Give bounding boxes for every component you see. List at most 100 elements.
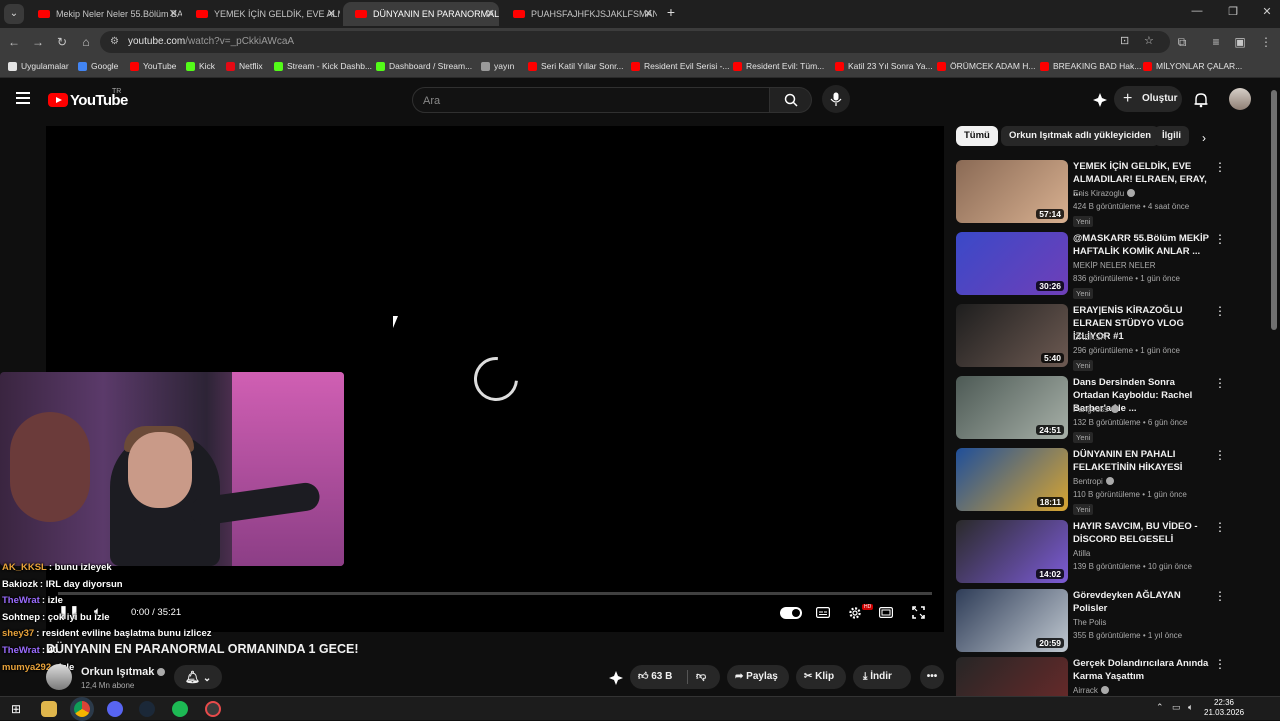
bookmark-item[interactable]: Seri Katil Yıllar Sonr... (528, 61, 624, 71)
related-channel-name[interactable]: DREKSA (1073, 333, 1106, 342)
video-thumbnail[interactable]: 18:11 (956, 448, 1068, 511)
related-video-item[interactable]: 20:59 Görevdeyken AĞLAYAN Polisler The Pol… (956, 589, 1226, 653)
browser-tab[interactable]: Mekip Neler Neler 55.Bölüm BA ✕ (26, 2, 182, 26)
filter-chip[interactable]: Orkun Işıtmak adlı yükleyiciden (1001, 126, 1160, 146)
related-video-item[interactable]: 24:51 Dans Dersinden Sonra Ortadan Kaybol… (956, 376, 1226, 443)
tab-close-icon[interactable]: ✕ (327, 2, 336, 26)
video-thumbnail[interactable]: 30:26 (956, 232, 1068, 295)
theater-mode-icon[interactable] (879, 607, 893, 618)
related-video-item[interactable]: 57:14 YEMEK İÇİN GELDİK, EVE ALMADILAR! E… (956, 160, 1226, 227)
related-video-item[interactable]: 18:11 DÜNYANIN EN PAHALI FELAKETİNİN HİKA… (956, 448, 1226, 515)
browser-tab[interactable]: PUAHSFAJHFKJSJAKLFSMANZN✕ (501, 2, 657, 26)
related-channel-name[interactable]: Bentropi (1073, 477, 1103, 486)
related-channel-name[interactable]: Enis Kirazoglu (1073, 189, 1124, 198)
fullscreen-icon[interactable] (912, 606, 925, 619)
back-icon[interactable]: ← (6, 34, 22, 50)
tab-search-button[interactable]: ⌄ (4, 4, 24, 24)
related-channel[interactable]: MEKİP NELER NELER (1073, 261, 1156, 270)
more-options-icon[interactable]: ⋮ (1214, 376, 1226, 390)
bookmark-item[interactable]: Dashboard / Stream... (376, 61, 472, 71)
related-channel[interactable]: Airrack (1073, 686, 1109, 695)
related-video-title[interactable]: @MASKARR 55.Bölüm MEKİP HAFTALİK KOMİK A… (1073, 232, 1211, 258)
create-button[interactable]: + Oluştur (1114, 86, 1182, 112)
recorder-icon[interactable] (205, 701, 221, 717)
related-channel[interactable]: The Polis (1073, 618, 1106, 627)
download-button[interactable]: ⤓ İndir (853, 665, 911, 689)
filter-chip[interactable]: Tümü (956, 126, 998, 146)
bookmark-item[interactable]: MİLYONLAR ÇALAR... (1143, 61, 1242, 71)
related-video-title[interactable]: HAYIR SAVCIM, BU VİDEO - DİSCORD BELGESE… (1073, 520, 1211, 546)
profile-icon[interactable]: ▣ (1232, 34, 1248, 50)
chevron-right-icon[interactable]: › (1202, 131, 1206, 145)
restore-icon[interactable]: ❐ (1224, 5, 1242, 18)
notifications-bell-icon[interactable] (1193, 92, 1209, 108)
related-video-item[interactable]: 5:40 ERAY|ENİS KİRAZOĞLU ELRAEN STÜDYO VL… (956, 304, 1226, 371)
address-bar[interactable]: ⚙ youtube.com/watch?v=_pCkkiAWcaA ⊡ ☆ (100, 31, 1170, 53)
search-box[interactable] (412, 87, 770, 113)
related-channel[interactable]: Bentropi (1073, 477, 1114, 486)
search-button[interactable] (770, 87, 812, 113)
more-options-icon[interactable]: ⋮ (1214, 232, 1226, 246)
related-video-title[interactable]: Gerçek Dolandırıcılara Anında Karma Yaşa… (1073, 657, 1211, 683)
clip-button[interactable]: ✂ Klip (796, 665, 846, 689)
more-options-icon[interactable]: ⋮ (1214, 304, 1226, 318)
browser-menu-icon[interactable]: ⋮ (1258, 34, 1274, 50)
related-channel[interactable]: Atilla (1073, 549, 1090, 558)
gemini-sparkle-icon[interactable] (1092, 92, 1108, 108)
more-options-icon[interactable]: ⋮ (1214, 657, 1226, 671)
channel-avatar[interactable] (46, 664, 72, 690)
bookmark-item[interactable]: Netflix (226, 61, 263, 71)
related-channel[interactable]: Enis Kirazoglu (1073, 189, 1136, 198)
video-thumbnail[interactable]: 14:02 (956, 520, 1068, 583)
share-button[interactable]: ➦ Paylaş (727, 665, 789, 689)
video-thumbnail[interactable]: 24:51 (956, 376, 1068, 439)
bookmark-item[interactable]: Kick (186, 61, 215, 71)
bookmark-star-icon[interactable]: ☆ (1144, 34, 1154, 47)
search-input[interactable] (423, 93, 753, 109)
reload-icon[interactable]: ↻ (54, 34, 70, 50)
chrome-icon[interactable] (74, 701, 90, 717)
home-icon[interactable]: ⌂ (78, 34, 94, 50)
bookmark-item[interactable]: Google (78, 61, 118, 71)
more-actions-button[interactable]: ••• (920, 665, 944, 689)
file-explorer-icon[interactable] (41, 701, 57, 717)
window-close-icon[interactable]: ✕ (1258, 5, 1276, 18)
steam-icon[interactable] (139, 701, 155, 717)
related-video-title[interactable]: DÜNYANIN EN PAHALI FELAKETİNİN HİKAYESİ (1073, 448, 1211, 474)
browser-tab[interactable]: YEMEK İÇİN GELDİK, EVE ALMA ✕ (184, 2, 340, 26)
new-tab-button[interactable]: + (664, 4, 678, 20)
like-button[interactable]: 👍︎ 63 B (638, 665, 672, 689)
tray-chevron-icon[interactable]: ⌃ (1156, 702, 1164, 713)
bookmark-item[interactable]: YouTube (130, 61, 176, 71)
system-clock[interactable]: 22:36 21.03.2026 (1204, 698, 1244, 718)
bookmark-item[interactable]: yayın (481, 61, 514, 71)
discord-icon[interactable] (107, 701, 123, 717)
filter-chip[interactable]: İlgili (1154, 126, 1189, 146)
ask-sparkle-icon[interactable] (608, 670, 624, 686)
related-channel[interactable]: DREKSA (1073, 333, 1106, 342)
thumbs-down-icon[interactable]: 👎︎ (696, 665, 706, 689)
spotify-icon[interactable] (172, 701, 188, 717)
related-video-item[interactable]: 14:02 HAYIR SAVCIM, BU VİDEO - DİSCORD BE… (956, 520, 1226, 584)
video-thumbnail[interactable]: 57:14 (956, 160, 1068, 223)
more-options-icon[interactable]: ⋮ (1214, 160, 1226, 174)
bookmark-item[interactable]: ÖRÜMCEK ADAM H... (937, 61, 1035, 71)
tab-close-icon[interactable]: ✕ (169, 2, 178, 26)
autoplay-toggle[interactable] (780, 607, 802, 619)
menu-icon[interactable] (16, 92, 30, 104)
subtitles-icon[interactable] (816, 607, 830, 618)
more-options-icon[interactable]: ⋮ (1214, 448, 1226, 462)
video-thumbnail[interactable]: 5:40 (956, 304, 1068, 367)
more-options-icon[interactable]: ⋮ (1214, 589, 1226, 603)
bookmark-item[interactable]: Uygulamalar (8, 61, 69, 71)
channel-name[interactable]: Orkun Işıtmak (81, 666, 166, 678)
more-options-icon[interactable]: ⋮ (1214, 520, 1226, 534)
bookmark-item[interactable]: Resident Evil Serisi -... (631, 61, 730, 71)
volume-tray-icon[interactable]: 🔈︎ (1188, 702, 1193, 713)
site-info-icon[interactable]: ⚙ (110, 36, 122, 48)
video-thumbnail[interactable]: 20:59 (956, 589, 1068, 652)
related-channel-name[interactable]: Pangvoss (1073, 405, 1108, 414)
tab-close-icon[interactable]: ✕ (644, 2, 653, 26)
install-app-icon[interactable]: ⊡ (1120, 34, 1129, 47)
subscription-bell-button[interactable]: 🔔︎ ⌄ (174, 665, 222, 689)
